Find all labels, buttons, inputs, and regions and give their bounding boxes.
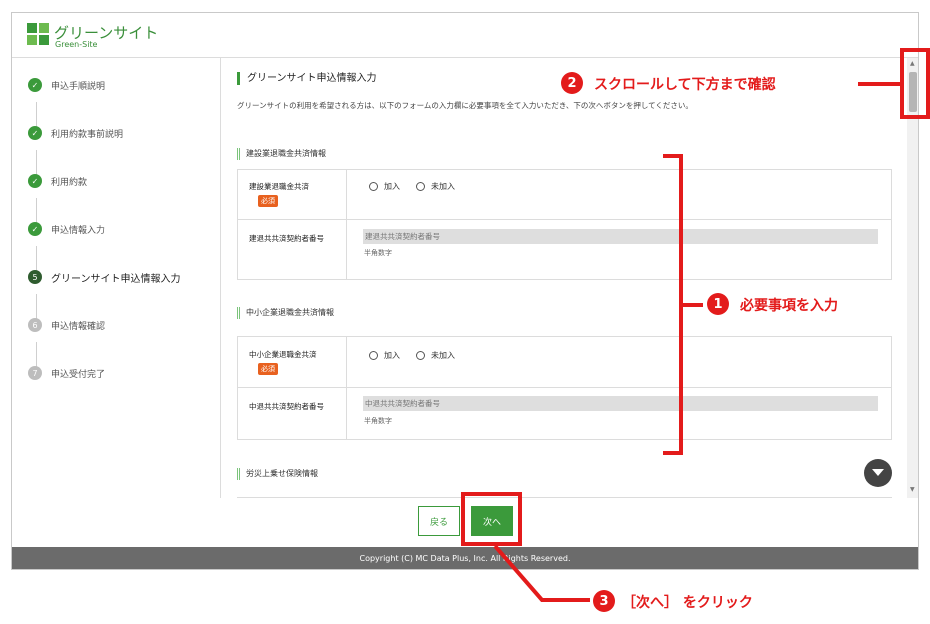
step-6: 6 申込情報確認 [28, 315, 105, 335]
annotation-bracket [663, 451, 682, 455]
check-icon: ✓ [28, 174, 42, 188]
step-5-current: 5 グリーンサイト申込情報入力 [28, 267, 181, 287]
annotation-number-3: 3 [593, 590, 615, 612]
radio-kanyu[interactable]: 加入 [369, 181, 400, 192]
check-icon: ✓ [28, 222, 42, 236]
vertical-scrollbar[interactable]: ▲ ▼ [907, 58, 918, 498]
radio-mikanyu[interactable]: 未加入 [416, 350, 455, 361]
step-3: ✓ 利用約款 [28, 171, 87, 191]
row-label-cell: 建設業退職金共済 必須 [238, 170, 347, 219]
step-label: グリーンサイト申込情報入力 [51, 273, 181, 285]
step-number: 5 [28, 270, 42, 284]
input-hint: 半角数字 [364, 249, 392, 257]
annotation-number-1: 1 [707, 293, 729, 315]
step-7: 7 申込受付完了 [28, 363, 105, 383]
app-header: グリーンサイト Green-Site [12, 13, 918, 58]
row-label-cell: 中退共共済契約者番号 [238, 388, 347, 440]
page-description: グリーンサイトの利用を希望される方は、以下のフォームの入力欄に必要事項を全て入力… [237, 101, 693, 110]
section-title-rousai: 労災上乗せ保険情報 [237, 468, 318, 480]
annotation-text-3: ［次へ］ をクリック [622, 595, 753, 611]
field-label: 建設業退職金共済 [249, 182, 309, 191]
form-row-kentaikyo-membership: 建設業退職金共済 必須 加入 未加入 [238, 170, 891, 220]
annotation-box-scrollbar [900, 48, 930, 119]
step-number: 6 [28, 318, 42, 332]
radio-kanyu[interactable]: 加入 [369, 350, 400, 361]
back-button[interactable]: 戻る [418, 506, 460, 536]
form-table-chutaikyo: 中小企業退職金共済 必須 加入 未加入 中退共共済契約者番号 半角数字 [237, 336, 892, 440]
step-label: 申込情報確認 [51, 321, 106, 332]
annotation-text-2: スクロールして下方まで確認 [594, 77, 776, 93]
required-badge: 必須 [258, 363, 278, 375]
green-site-logo-icon [27, 23, 49, 45]
required-badge: 必須 [258, 195, 278, 207]
form-row-chutaikyo-membership: 中小企業退職金共済 必須 加入 未加入 [238, 337, 891, 388]
annotation-box-next [461, 492, 522, 546]
step-label: 利用約款事前説明 [51, 129, 124, 140]
step-1: ✓ 申込手順説明 [28, 75, 105, 95]
radio-mikanyu[interactable]: 未加入 [416, 181, 455, 192]
radio-label: 未加入 [431, 351, 455, 360]
step-4: ✓ 申込情報入力 [28, 219, 105, 239]
field-label: 中小企業退職金共済 [249, 350, 317, 359]
copyright-footer: Copyright (C) MC Data Plus, Inc. All Rig… [12, 547, 918, 569]
kentaikyo-number-input[interactable] [363, 229, 878, 244]
scroll-down-icon[interactable]: ▼ [910, 486, 915, 493]
row-label-cell: 建退共共済契約者番号 [238, 220, 347, 280]
field-label: 建退共共済契約者番号 [249, 234, 324, 243]
app-window: グリーンサイト Green-Site ✓ 申込手順説明 ✓ 利用約款事前説明 ✓… [11, 12, 919, 570]
form-row-kentaikyo-number: 建退共共済契約者番号 半角数字 [238, 220, 891, 280]
step-label: 申込情報入力 [51, 225, 106, 236]
field-label: 中退共共済契約者番号 [249, 402, 324, 411]
step-label: 利用約款 [51, 177, 88, 188]
chutaikyo-number-input[interactable] [363, 396, 878, 411]
radio-circle-icon [416, 351, 425, 360]
form-row-chutaikyo-number: 中退共共済契約者番号 半角数字 [238, 388, 891, 440]
radio-circle-icon [416, 182, 425, 191]
step-2: ✓ 利用約款事前説明 [28, 123, 123, 143]
step-number: 7 [28, 366, 42, 380]
logo-subtext: Green-Site [55, 40, 98, 49]
step-label: 申込手順説明 [51, 81, 106, 92]
row-label-cell: 中小企業退職金共済 必須 [238, 337, 347, 387]
radio-circle-icon [369, 182, 378, 191]
form-main: グリーンサイト申込情報入力 グリーンサイトの利用を希望される方は、以下のフォーム… [222, 58, 905, 498]
input-hint: 半角数字 [364, 417, 392, 425]
step-sidebar: ✓ 申込手順説明 ✓ 利用約款事前説明 ✓ 利用約款 ✓ 申込情報入力 5 グリ… [12, 58, 221, 498]
annotation-line [683, 303, 703, 307]
radio-label: 未加入 [431, 182, 455, 191]
section-title-kentaikyo: 建設業退職金共済情報 [237, 148, 326, 160]
form-table-kentaikyo: 建設業退職金共済 必須 加入 未加入 建退共共済契約者番号 半角数字 [237, 169, 892, 280]
radio-label: 加入 [384, 182, 400, 191]
annotation-line [858, 82, 900, 86]
page-title: グリーンサイト申込情報入力 [237, 72, 377, 85]
check-icon: ✓ [28, 78, 42, 92]
annotation-number-2: 2 [561, 72, 583, 94]
step-label: 申込受付完了 [51, 369, 106, 380]
radio-circle-icon [369, 351, 378, 360]
chevron-down-icon[interactable] [864, 459, 892, 487]
radio-label: 加入 [384, 351, 400, 360]
annotation-text-1: 必要事項を入力 [740, 298, 838, 314]
check-icon: ✓ [28, 126, 42, 140]
section-title-chutaikyo: 中小企業退職金共済情報 [237, 307, 334, 319]
